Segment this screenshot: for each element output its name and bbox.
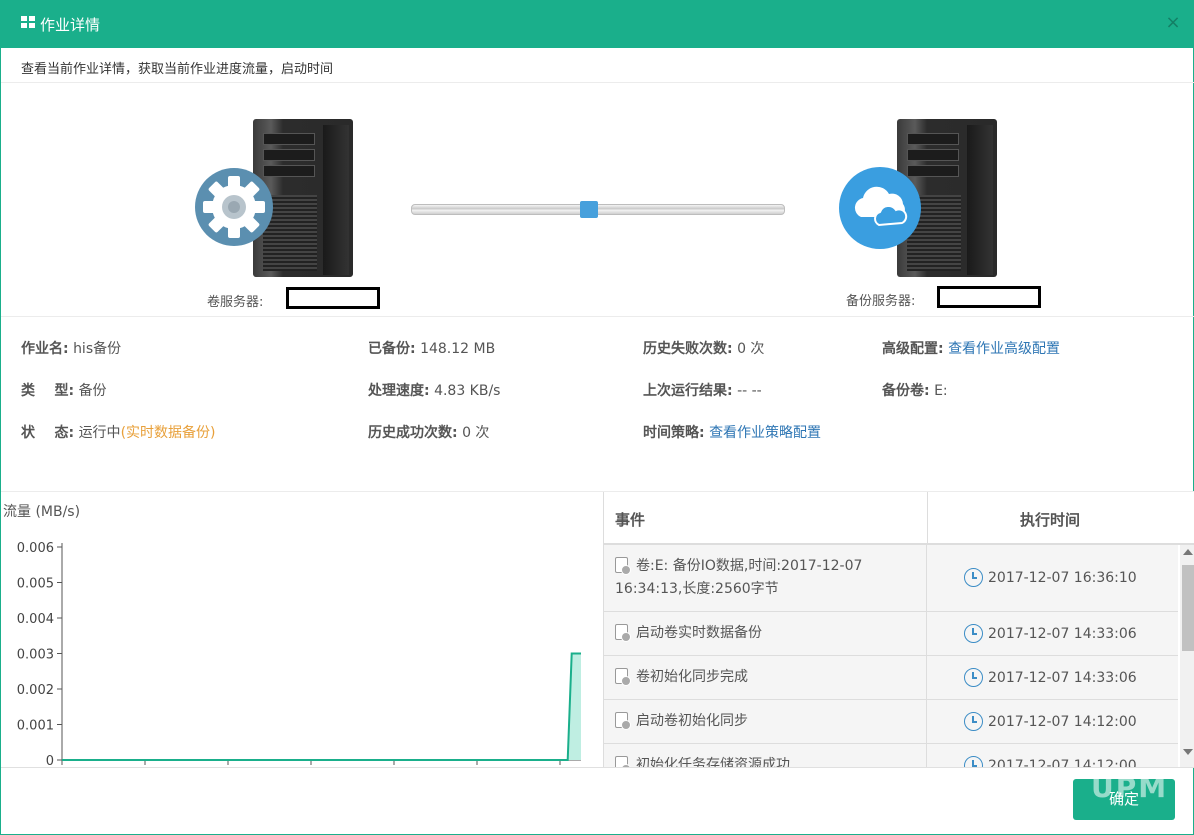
last-result-field: 上次运行结果: -- -- (643, 383, 762, 399)
y-tick-label: 0.006 (17, 541, 54, 556)
table-row: 卷:E: 备份IO数据,时间:2017-12-07 16:34:13,长度:256… (604, 545, 1178, 612)
clock-icon (964, 568, 983, 587)
table-row: 启动卷初始化同步 2017-12-07 14:12:00 (604, 700, 1178, 744)
clock-icon (964, 668, 983, 687)
document-icon (615, 712, 631, 730)
scroll-thumb[interactable] (1182, 565, 1194, 651)
speed-field: 处理速度: 4.83 KB/s (368, 383, 501, 399)
series-line (62, 652, 581, 761)
job-name-value: his备份 (73, 341, 122, 357)
backup-volume-value: E: (934, 383, 948, 399)
event-time: 2017-12-07 14:12:00 (964, 712, 1137, 731)
event-text: 卷:E: 备份IO数据,时间:2017-12-07 16:34:13,长度:256… (615, 557, 863, 597)
job-detail-dialog: 作业详情 × 查看当前作业详情，获取当前作业进度流量，启动时间 卷服务器: 备份… (0, 0, 1194, 835)
event-time: 2017-12-07 14:33:06 (964, 668, 1137, 687)
dialog-titlebar: 作业详情 × (1, 1, 1194, 48)
view-policy-link[interactable]: 查看作业策略配置 (709, 425, 821, 441)
job-type-value: 备份 (78, 383, 107, 399)
backed-up-value: 148.12 MB (420, 341, 496, 357)
cloud-icon (839, 167, 921, 249)
event-text: 启动卷实时数据备份 (615, 622, 762, 645)
document-icon (615, 668, 631, 686)
speed-value: 4.83 KB/s (434, 383, 501, 399)
y-tick-label: 0.002 (17, 683, 54, 698)
document-icon (615, 756, 631, 767)
events-table: 事件 执行时间 卷:E: 备份IO数据,时间:2017-12-07 16:34:1… (603, 492, 1194, 767)
success-count-value: 0 次 (462, 425, 490, 441)
grid-icon (21, 16, 36, 30)
events-scrollbar[interactable] (1180, 545, 1194, 767)
events-header: 事件 执行时间 (604, 492, 1194, 545)
job-status-field: 状 态: 运行中(实时数据备份) (21, 425, 216, 441)
scroll-down-icon[interactable] (1183, 749, 1193, 755)
job-name-field: 作业名: his备份 (21, 341, 122, 357)
table-row: 初始化任务存储资源成功 2017-12-07 14:12:00 (604, 744, 1178, 767)
y-tick-label: 0.001 (17, 719, 54, 734)
dialog-subtitle: 查看当前作业详情，获取当前作业进度流量，启动时间 (21, 62, 334, 77)
redacted-hostname (286, 287, 380, 309)
job-type-field: 类 型: 备份 (21, 383, 107, 399)
gear-icon (195, 168, 273, 246)
event-text: 启动卷初始化同步 (615, 710, 748, 733)
transfer-line (411, 204, 785, 215)
clock-icon (964, 624, 983, 643)
col-event-header: 事件 (615, 511, 646, 529)
y-tick-label: 0.005 (17, 577, 54, 592)
dialog-title: 作业详情 (40, 16, 101, 34)
chart-ylabel: 流量 (MB/s) (3, 504, 81, 520)
close-icon[interactable]: × (1163, 13, 1183, 33)
policy-field: 时间策略: 查看作业策略配置 (643, 425, 822, 441)
clock-icon (964, 712, 983, 731)
throughput-chart: 0.006 0.005 0.004 0.003 0.002 0.001 0 (17, 541, 581, 767)
event-time: 2017-12-07 14:12:00 (964, 756, 1137, 767)
job-status-value: 运行中 (78, 425, 121, 441)
y-tick-label: 0.004 (17, 612, 54, 627)
scroll-up-icon[interactable] (1183, 549, 1193, 555)
series-area (62, 653, 581, 760)
divider (1, 316, 1194, 317)
fail-count-field: 历史失败次数: 0 次 (643, 341, 765, 357)
table-row: 卷初始化同步完成 2017-12-07 14:33:06 (604, 656, 1178, 700)
event-text: 卷初始化同步完成 (615, 666, 748, 689)
divider (1, 82, 1194, 83)
upm-watermark: UPM (1091, 771, 1169, 804)
backed-up-field: 已备份: 148.12 MB (368, 341, 496, 357)
document-icon (615, 624, 631, 642)
divider (1, 767, 1194, 768)
y-tick-label: 0 (46, 754, 54, 767)
backup-server-label: 备份服务器: (846, 294, 916, 309)
event-text: 初始化任务存储资源成功 (615, 754, 790, 767)
col-time-header: 执行时间 (1020, 511, 1081, 529)
event-time: 2017-12-07 14:33:06 (964, 624, 1137, 643)
event-time: 2017-12-07 16:36:10 (964, 568, 1137, 587)
backup-volume-field: 备份卷: E: (882, 383, 948, 399)
table-row: 启动卷实时数据备份 2017-12-07 14:33:06 (604, 612, 1178, 656)
y-tick-label: 0.003 (17, 648, 54, 663)
redacted-hostname (937, 286, 1041, 308)
view-advanced-link[interactable]: 查看作业高级配置 (948, 341, 1060, 357)
last-result-value: -- -- (737, 383, 762, 399)
document-icon (615, 557, 631, 575)
transfer-progress-knob (580, 201, 598, 218)
status-extra: (实时数据备份) (120, 425, 216, 441)
clock-icon (964, 756, 983, 767)
source-server-label: 卷服务器: (207, 295, 264, 310)
fail-count-value: 0 次 (737, 341, 765, 357)
success-count-field: 历史成功次数: 0 次 (368, 425, 490, 441)
advanced-field: 高级配置: 查看作业高级配置 (882, 341, 1061, 357)
